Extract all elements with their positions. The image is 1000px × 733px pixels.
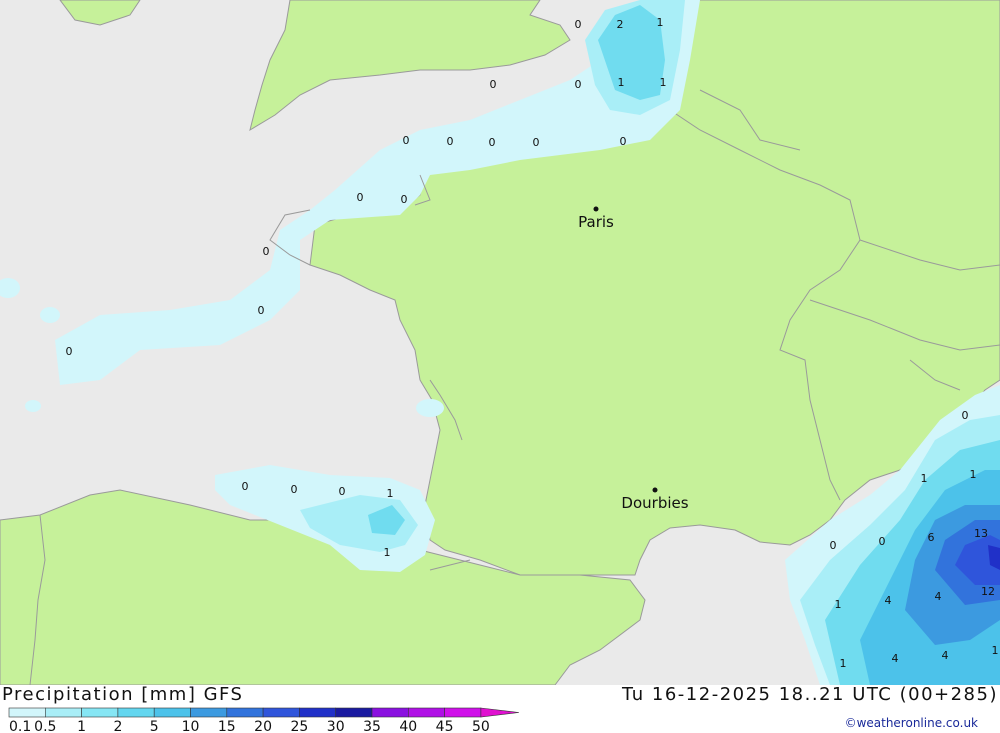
- legend-swatch: [444, 707, 482, 718]
- legend-label: 15: [218, 719, 236, 733]
- city-dot-dourbies: [652, 487, 658, 493]
- precip-value: 0: [242, 480, 249, 493]
- city-name-dourbies: Dourbies: [621, 494, 688, 512]
- precip-value: 13: [974, 527, 988, 540]
- precip-value: 0: [291, 483, 298, 496]
- legend-swatch: [299, 707, 336, 718]
- map-title: Precipitation [mm] GFS: [2, 684, 244, 705]
- legend-swatch: [371, 707, 409, 718]
- precip-value: 0: [66, 345, 73, 358]
- precip-value: 1: [660, 76, 667, 89]
- legend-label: 5: [150, 719, 159, 733]
- precip-value: 0: [879, 535, 886, 548]
- precip-value: 2: [617, 18, 624, 31]
- precip-value: 0: [620, 135, 627, 148]
- precip-value: 0: [830, 539, 837, 552]
- map-footer: Precipitation [mm] GFS Tu 16-12-2025 18.…: [0, 684, 1000, 733]
- precip-value: 4: [935, 590, 942, 603]
- legend-label: 0.1: [9, 719, 31, 733]
- precip-legend: 0.1 0.5 1 2 5 10 15 20 25 30 35 40 45 50: [8, 707, 519, 733]
- legend-label: 10: [182, 719, 200, 733]
- legend-swatch: [262, 707, 300, 718]
- precip-value: 0: [263, 245, 270, 258]
- legend-swatch: [117, 707, 155, 718]
- legend-label: 50: [472, 719, 490, 733]
- legend-swatch: [153, 707, 191, 718]
- legend-label: 2: [113, 719, 122, 733]
- precip-value: 0: [962, 409, 969, 422]
- precip-value: 0: [258, 304, 265, 317]
- legend-label: 45: [436, 719, 454, 733]
- precip-value: 1: [657, 16, 664, 29]
- precip-value: 1: [921, 472, 928, 485]
- forecast-time: Tu 16-12-2025 18..21 UTC (00+285): [622, 684, 998, 705]
- legend-swatch: [335, 707, 373, 718]
- legend-label: 20: [254, 719, 272, 733]
- legend-label: 35: [363, 719, 381, 733]
- precip-value: 1: [618, 76, 625, 89]
- legend-label: 40: [399, 719, 417, 733]
- precip-value: 4: [892, 652, 899, 665]
- city-name-paris: Paris: [578, 213, 614, 231]
- precip-value: 4: [942, 649, 949, 662]
- city-dot-paris: [593, 206, 599, 212]
- legend-label: 0.5: [34, 719, 56, 733]
- legend-label: 25: [290, 719, 308, 733]
- precip-value: 0: [575, 18, 582, 31]
- legend-swatch: [81, 707, 119, 718]
- legend-label: 1: [77, 719, 86, 733]
- legend-arrow: [480, 707, 519, 718]
- source-credit[interactable]: ©weatheronline.co.uk: [845, 716, 978, 730]
- precip-value: 0: [575, 78, 582, 91]
- precip-value: 1: [835, 598, 842, 611]
- precip-value: 12: [981, 585, 995, 598]
- precip-value: 0: [447, 135, 454, 148]
- precip-value: 6: [928, 531, 935, 544]
- legend-swatch: [8, 707, 46, 718]
- precip-value: 0: [401, 193, 408, 206]
- precip-value: 0: [403, 134, 410, 147]
- precipitation-map: Paris Dourbies 0 2 1 0 1 1 0 0 0 0 0 0 0…: [0, 0, 1000, 685]
- precip-value: 0: [489, 136, 496, 149]
- precip-value: 1: [840, 657, 847, 670]
- precip-value: 0: [357, 191, 364, 204]
- legend-swatch: [407, 707, 445, 718]
- precip-value: 0: [533, 136, 540, 149]
- precip-value: 4: [885, 594, 892, 607]
- precip-value: 1: [384, 546, 391, 559]
- legend-swatch: [44, 707, 82, 718]
- precip-value: 1: [970, 468, 977, 481]
- precip-value: 0: [339, 485, 346, 498]
- precip-value: 1: [992, 644, 999, 657]
- legend-label: 30: [327, 719, 345, 733]
- legend-swatch: [226, 707, 264, 718]
- legend-swatch: [190, 707, 228, 718]
- precip-value: 1: [387, 487, 394, 500]
- precip-value: 0: [490, 78, 497, 91]
